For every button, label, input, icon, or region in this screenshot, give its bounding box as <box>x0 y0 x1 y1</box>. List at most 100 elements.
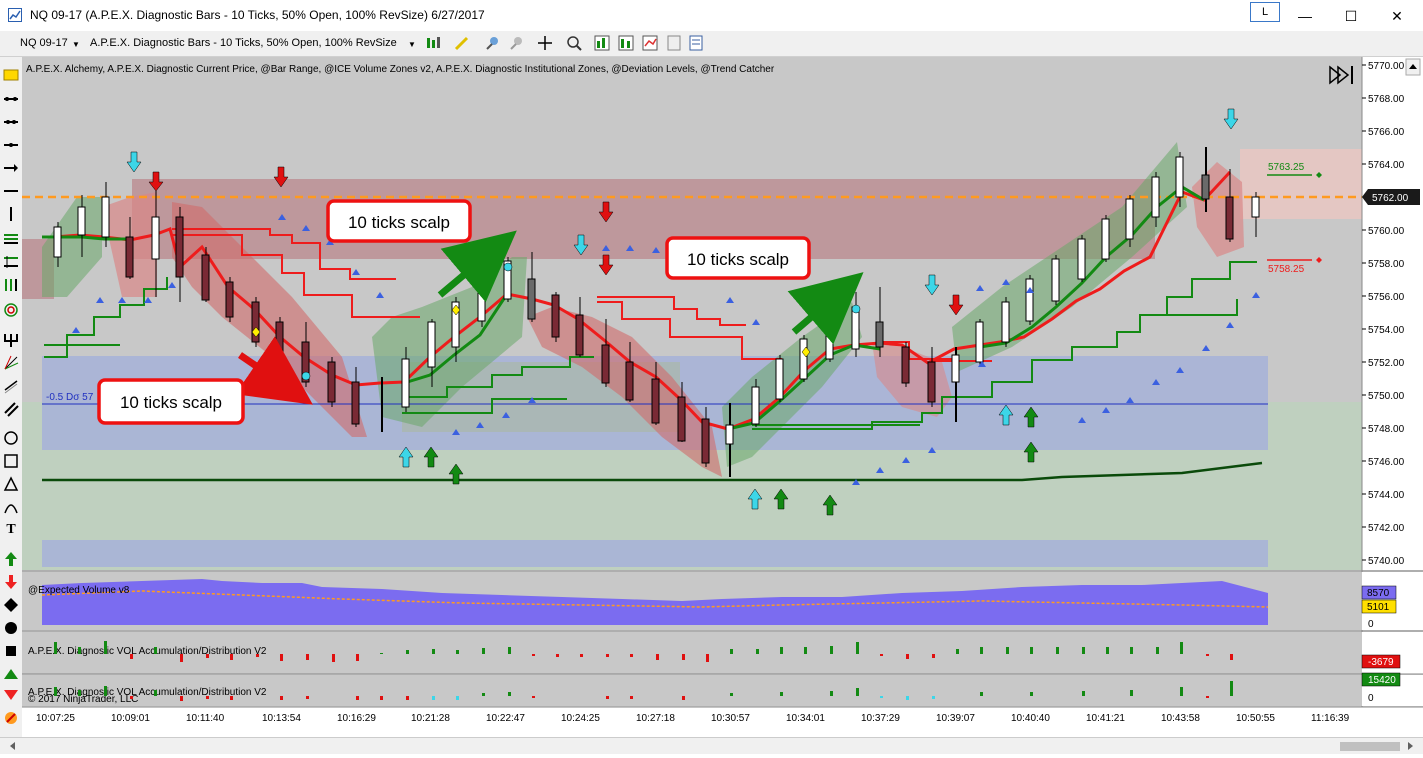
svg-text:5740.00: 5740.00 <box>1368 556 1405 567</box>
fibonacci-time-icon[interactable] <box>3 277 19 293</box>
svg-text:5764.00: 5764.00 <box>1368 160 1405 171</box>
vertical-line-icon[interactable] <box>3 206 19 222</box>
svg-text:5744.00: 5744.00 <box>1368 490 1405 501</box>
svg-text:5750.00: 5750.00 <box>1368 391 1405 402</box>
arc-icon[interactable] <box>3 499 19 515</box>
callout-1-text: 10 ticks scalp <box>348 213 450 232</box>
callout-3: 10 ticks scalp <box>97 378 245 425</box>
volume-zone-red <box>132 179 1155 259</box>
gann-fan-icon[interactable] <box>3 355 19 371</box>
drawing-tools-bar: T <box>0 57 22 737</box>
svg-text:5758.00: 5758.00 <box>1368 259 1405 270</box>
fibonacci-retracement-icon[interactable] <box>3 231 19 247</box>
ellipse-icon[interactable] <box>3 430 19 446</box>
pin-global-icon[interactable] <box>508 35 524 51</box>
data-series-icon[interactable] <box>642 35 658 51</box>
svg-text:5762.00: 5762.00 <box>1372 193 1409 204</box>
bar-type-chevron-icon[interactable]: ▼ <box>408 40 416 49</box>
indicators-icon[interactable] <box>618 35 634 51</box>
arrow-down-icon[interactable] <box>3 574 19 590</box>
chart-window: NQ 09-17 (A.P.E.X. Diagnostic Bars - 10 … <box>0 0 1423 754</box>
pin-icon[interactable] <box>484 35 500 51</box>
callout-2: 10 ticks scalp <box>665 236 811 280</box>
svg-text:5101: 5101 <box>1367 602 1390 613</box>
trend-channel-icon[interactable] <box>3 401 19 417</box>
volume-panel-title: @Expected Volume v8 <box>28 585 130 596</box>
callout-2-text: 10 ticks scalp <box>687 250 789 269</box>
svg-text:10:27:18: 10:27:18 <box>636 713 675 724</box>
triangle-up-icon[interactable] <box>3 666 19 682</box>
chart-canvas[interactable]: -0.5 Dσ 57 10 ticks scalp 10 ticks scalp… <box>22 57 1423 737</box>
triangle-icon[interactable] <box>3 476 19 492</box>
extended-line-icon[interactable] <box>3 114 19 130</box>
text-icon[interactable]: T <box>3 522 19 538</box>
templates-icon[interactable] <box>666 35 682 51</box>
rectangle-icon[interactable] <box>3 453 19 469</box>
dot-icon[interactable] <box>3 620 19 636</box>
callout-3-text: 10 ticks scalp <box>120 393 222 412</box>
callout-1: 10 ticks scalp <box>326 199 472 243</box>
svg-text:10:11:40: 10:11:40 <box>186 713 225 724</box>
zoom-icon[interactable] <box>566 35 582 51</box>
bar-type-selector[interactable]: A.P.E.X. Diagnostic Bars - 10 Ticks, 50%… <box>90 37 397 49</box>
svg-text:10:24:25: 10:24:25 <box>561 713 600 724</box>
remove-drawings-icon[interactable] <box>3 710 19 726</box>
svg-text:-3679: -3679 <box>1368 657 1394 668</box>
axis-scroll-control[interactable] <box>1405 58 1421 76</box>
svg-text:5768.00: 5768.00 <box>1368 94 1405 105</box>
line-icon[interactable] <box>3 137 19 153</box>
svg-text:10:07:25: 10:07:25 <box>36 713 75 724</box>
horizontal-line-icon[interactable] <box>3 183 19 199</box>
drawing-tool-icon[interactable] <box>454 35 470 51</box>
svg-text:5756.00: 5756.00 <box>1368 292 1405 303</box>
fibonacci-extension-icon[interactable] <box>3 254 19 270</box>
svg-text:5752.00: 5752.00 <box>1368 358 1405 369</box>
svg-text:5770.00: 5770.00 <box>1368 61 1405 72</box>
diamond-icon[interactable] <box>3 597 19 613</box>
minimize-button[interactable]: — <box>1282 4 1328 28</box>
instrument-selector[interactable]: NQ 09-17 <box>20 37 68 49</box>
svg-text:10:50:55: 10:50:55 <box>1236 713 1275 724</box>
link-button[interactable]: L <box>1250 2 1280 22</box>
svg-text:10:39:07: 10:39:07 <box>936 713 975 724</box>
window-title: NQ 09-17 (A.P.E.X. Diagnostic Bars - 10 … <box>30 8 485 22</box>
maximize-button[interactable]: ☐ <box>1328 4 1374 28</box>
svg-text:10:22:47: 10:22:47 <box>486 713 525 724</box>
title-bar[interactable]: NQ 09-17 (A.P.E.X. Diagnostic Bars - 10 … <box>0 0 1423 31</box>
strategies-icon[interactable] <box>594 35 610 51</box>
arrow-line-icon[interactable] <box>3 160 19 176</box>
horizontal-scrollbar[interactable] <box>0 737 1423 754</box>
svg-text:5742.00: 5742.00 <box>1368 523 1405 534</box>
andrews-pitchfork-icon[interactable] <box>3 332 19 348</box>
chart-app-icon <box>8 8 22 22</box>
chart-style-icon[interactable] <box>425 35 441 51</box>
deviation-label: -0.5 Dσ 57 <box>46 392 94 403</box>
svg-text:0: 0 <box>1368 693 1374 704</box>
arrow-up-icon[interactable] <box>3 551 19 567</box>
svg-text:5766.00: 5766.00 <box>1368 127 1405 138</box>
scroll-thumb[interactable] <box>1340 742 1400 751</box>
close-button[interactable]: ✕ <box>1374 4 1420 28</box>
svg-text:10:43:58: 10:43:58 <box>1161 713 1200 724</box>
fibonacci-circle-icon[interactable] <box>3 302 19 318</box>
ray-icon[interactable] <box>3 91 19 107</box>
crosshair-icon[interactable] <box>537 35 553 51</box>
square-icon[interactable] <box>3 643 19 659</box>
triangle-down-icon[interactable] <box>3 687 19 703</box>
svg-text:10:13:54: 10:13:54 <box>262 713 301 724</box>
regression-channel-icon[interactable] <box>3 378 19 394</box>
svg-text:5754.00: 5754.00 <box>1368 325 1405 336</box>
svg-text:8570: 8570 <box>1367 588 1390 599</box>
svg-text:10:21:28: 10:21:28 <box>411 713 450 724</box>
chart-toolbar: NQ 09-17 ▼ A.P.E.X. Diagnostic Bars - 10… <box>0 31 1423 57</box>
instrument-chevron-icon[interactable]: ▼ <box>72 40 80 49</box>
svg-text:11:16:39: 11:16:39 <box>1311 713 1350 724</box>
indicators-label: A.P.E.X. Alchemy, A.P.E.X. Diagnostic Cu… <box>26 64 775 75</box>
upper-target-label: 5763.25 <box>1268 162 1305 173</box>
scroll-right-icon[interactable] <box>1408 742 1413 750</box>
svg-text:10:30:57: 10:30:57 <box>711 713 750 724</box>
scroll-left-icon[interactable] <box>10 742 15 750</box>
highlight-icon[interactable] <box>3 67 19 83</box>
properties-icon[interactable] <box>688 35 704 51</box>
svg-text:15420: 15420 <box>1368 675 1396 686</box>
